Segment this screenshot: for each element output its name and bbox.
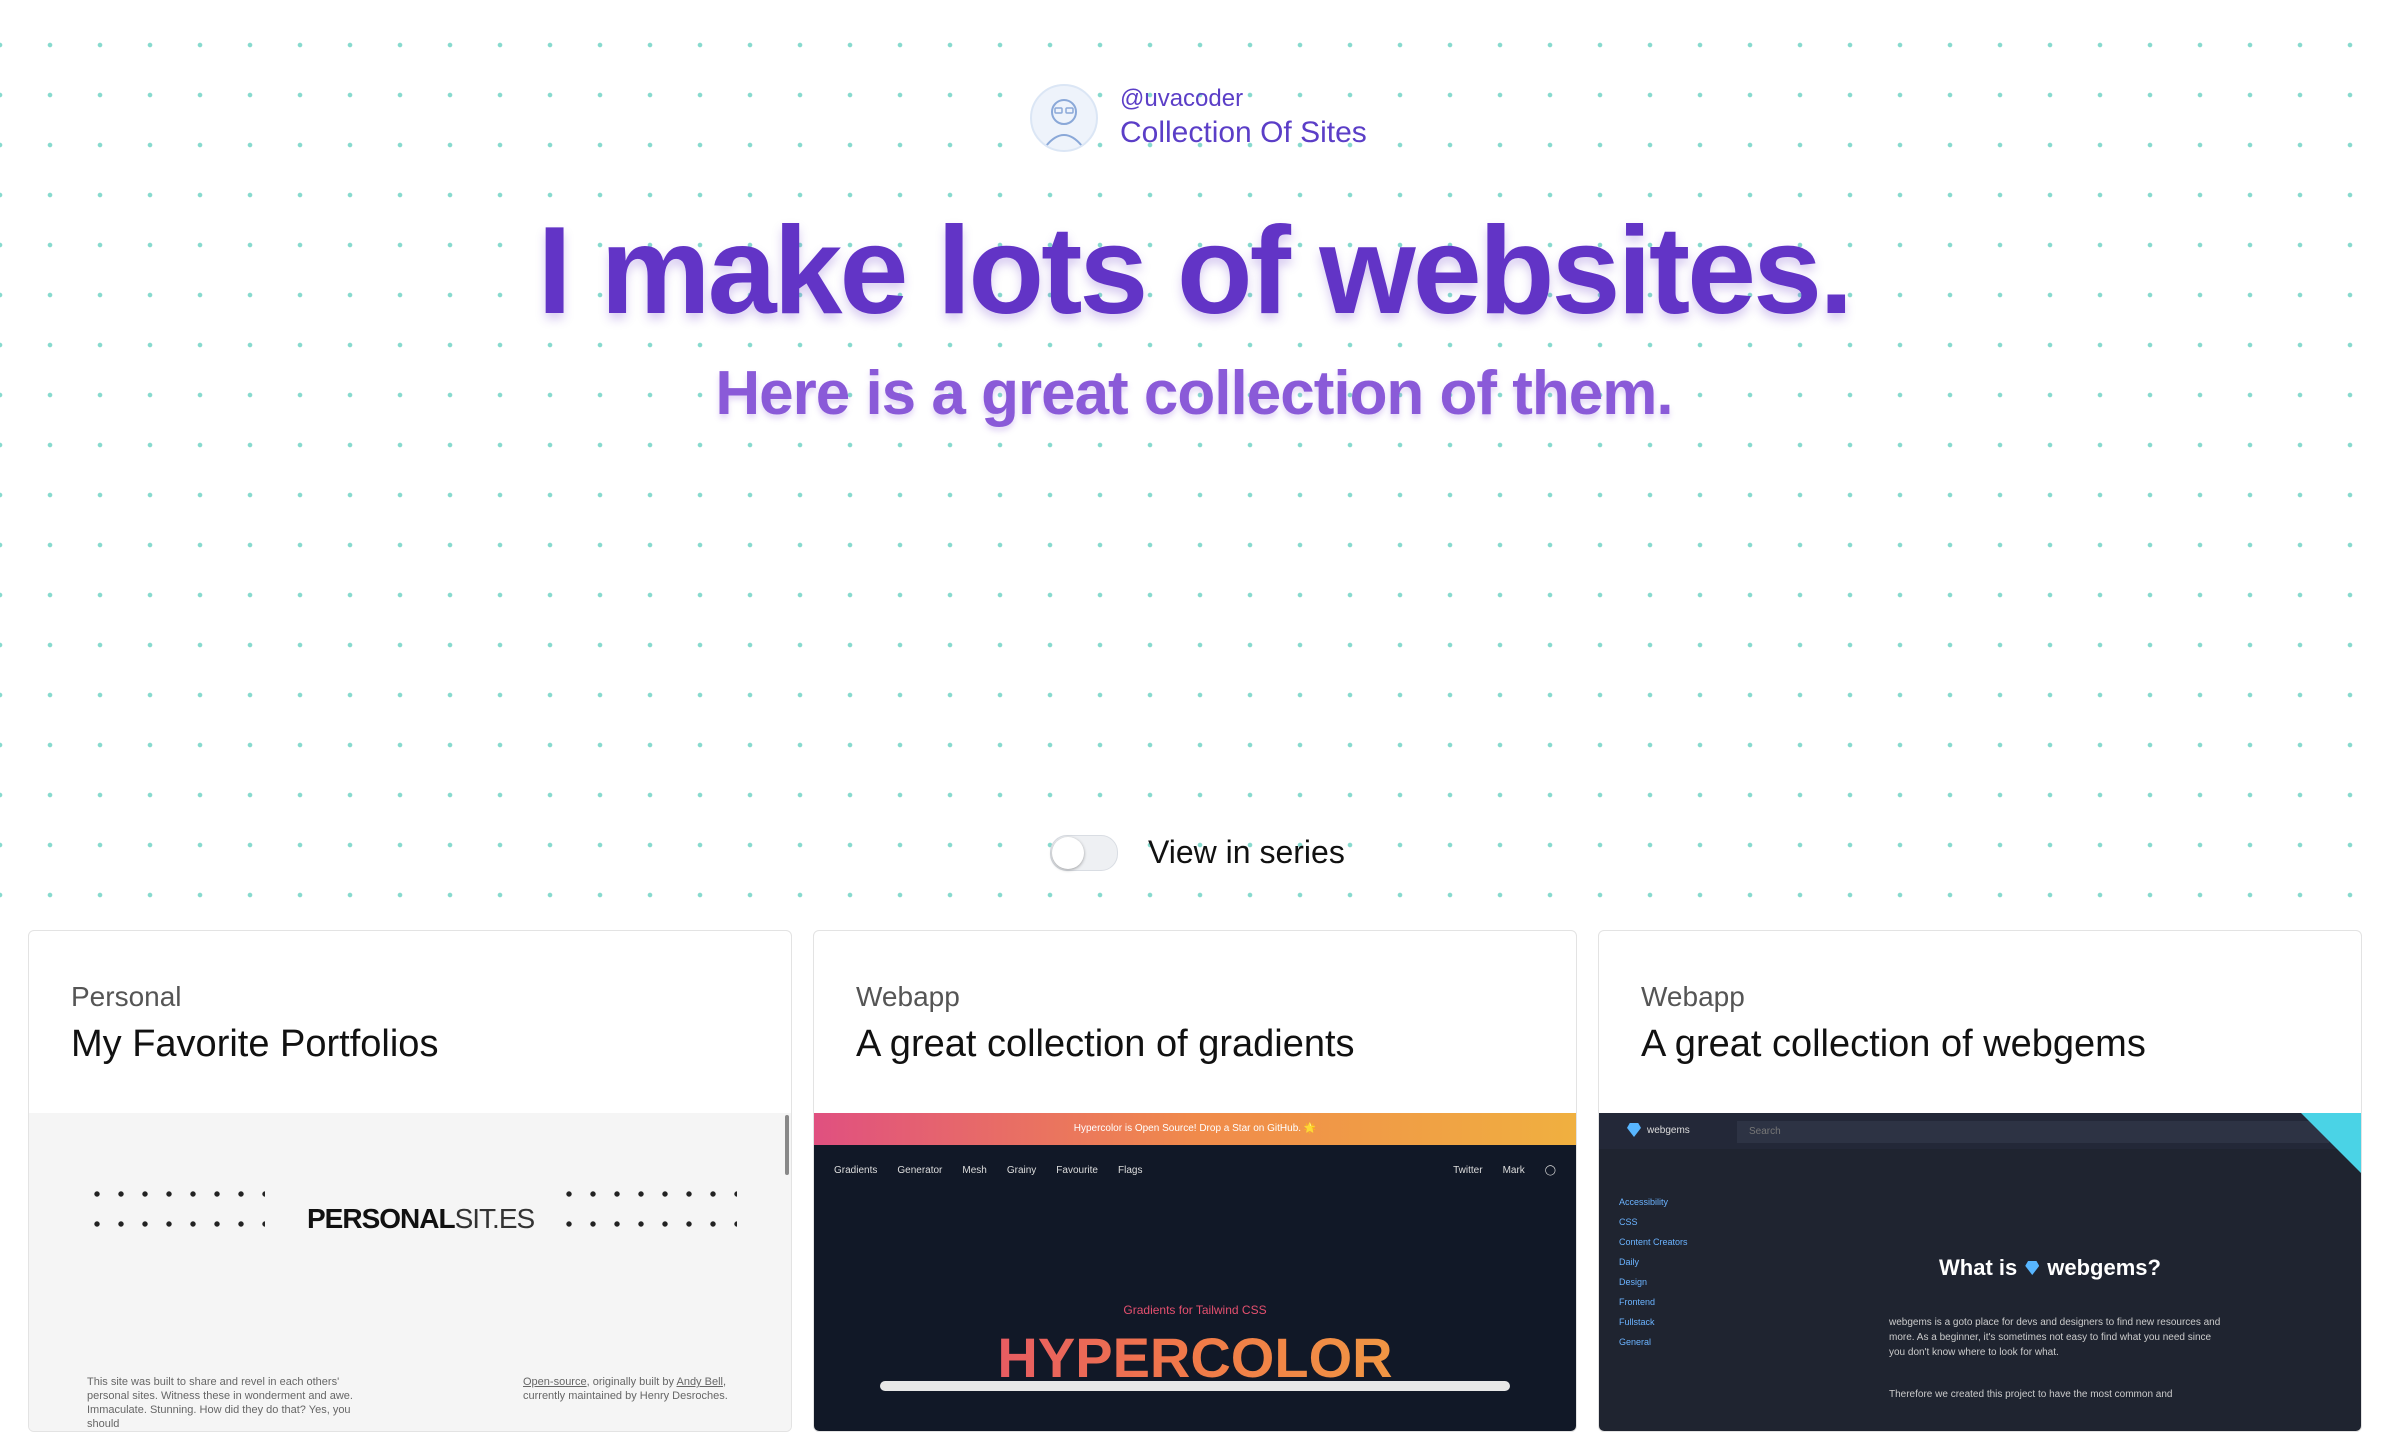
- card-title[interactable]: A great collection of gradients: [856, 1023, 1355, 1066]
- preview-nav-item: Grainy: [1006, 1165, 1037, 1176]
- preview-text-right: Open-source, originally built by Andy Be…: [523, 1376, 728, 1402]
- avatar[interactable]: [1030, 84, 1098, 152]
- card-title[interactable]: A great collection of webgems: [1641, 1023, 2146, 1066]
- preview-side-item: Fullstack: [1619, 1317, 1655, 1327]
- preview-nav-item: Generator: [897, 1165, 943, 1176]
- hero-subhead: Here is a great collection of them.: [715, 359, 1673, 428]
- preview-text-right-tail: currently maintained by Henry Desroches.: [523, 1390, 728, 1402]
- preview-nav-item: Twitter: [1453, 1165, 1483, 1176]
- preview-banner: Hypercolor is Open Source! Drop a Star o…: [814, 1113, 1576, 1145]
- site-name[interactable]: Collection Of Sites: [1120, 114, 1367, 152]
- preview-nav-item: Gradients: [834, 1165, 878, 1176]
- preview-side-item: General: [1619, 1337, 1652, 1347]
- preview-text-right-mid: , originally built by: [586, 1376, 675, 1388]
- preview-side-item: CSS: [1619, 1217, 1638, 1227]
- preview-tagline: Gradients for Tailwind CSS: [1123, 1303, 1267, 1317]
- view-in-series-control[interactable]: View in series: [1050, 834, 1345, 871]
- github-icon: ◯: [1544, 1165, 1556, 1176]
- site-card-gradients[interactable]: Webapp A great collection of gradients H…: [813, 930, 1577, 1432]
- card-category: Webapp: [1641, 981, 1745, 1012]
- preview-description-2: Therefore we created this project to hav…: [1889, 1389, 2173, 1400]
- preview-side-item: Content Creators: [1619, 1237, 1688, 1247]
- preview-nav-item: Favourite: [1056, 1165, 1098, 1176]
- preview-description: webgems is a goto place for devs and des…: [1889, 1317, 2221, 1358]
- decorative-dot-grid: [85, 1179, 265, 1245]
- preview-heading-pre: What is: [1939, 1255, 2018, 1280]
- gem-icon: [2025, 1261, 2040, 1275]
- github-corner-icon: [2301, 1113, 2361, 1173]
- preview-search: Search: [1737, 1121, 2329, 1143]
- preview-nav-item: Mark: [1502, 1165, 1525, 1176]
- preview-side-item: Design: [1619, 1277, 1648, 1287]
- preview-nav: Gradients Generator Mesh Grainy Favourit…: [834, 1165, 1142, 1176]
- toggle-knob: [1052, 836, 1084, 869]
- site-card-portfolios[interactable]: Personal My Favorite Portfolios PERSONAL…: [28, 930, 792, 1432]
- view-in-series-label[interactable]: View in series: [1148, 834, 1345, 871]
- preview-nav-item: Flags: [1117, 1165, 1143, 1176]
- preview-logo: webgems: [1627, 1123, 1690, 1137]
- card-category: Personal: [71, 981, 182, 1012]
- preview-nav-item: Mesh: [962, 1165, 987, 1176]
- preview-text-left: This site was built to share and revel i…: [87, 1376, 353, 1430]
- preview-brand-bold: PERSONAL: [307, 1203, 456, 1234]
- preview-heading: What is webgems?: [1939, 1255, 2161, 1281]
- preview-logo-text: webgems: [1647, 1124, 1690, 1136]
- card-preview-image[interactable]: webgems Search Accessibility CSS Content…: [1599, 1113, 2361, 1431]
- view-in-series-toggle[interactable]: [1050, 834, 1118, 871]
- preview-sidebar: Accessibility CSS Content Creators Daily…: [1619, 1197, 1688, 1347]
- decorative-dot-grid: [557, 1179, 737, 1245]
- preview-author-link: Andy Bell: [676, 1376, 723, 1388]
- preview-open-source-link: Open-source: [523, 1376, 587, 1388]
- preview-brand: PERSONALSIT.ES: [307, 1203, 536, 1235]
- preview-horizontal-scrollbar: [880, 1381, 1510, 1391]
- card-category: Webapp: [856, 981, 960, 1012]
- preview-side-item: Accessibility: [1619, 1197, 1669, 1207]
- profile-handle[interactable]: @uvacoder: [1120, 84, 1367, 114]
- preview-heading-post: webgems?: [2047, 1255, 2161, 1280]
- hero-headline: I make lots of websites.: [537, 202, 1853, 340]
- profile-header[interactable]: @uvacoder Collection Of Sites: [1030, 84, 1367, 152]
- gem-icon: [1627, 1123, 1641, 1137]
- preview-nav-right: Twitter Mark ◯: [1453, 1165, 1556, 1176]
- card-preview-image[interactable]: Hypercolor is Open Source! Drop a Star o…: [814, 1113, 1576, 1431]
- preview-side-item: Daily: [1619, 1257, 1640, 1267]
- preview-brand-light: SIT.ES: [454, 1203, 536, 1234]
- site-card-webgems[interactable]: Webapp A great collection of webgems web…: [1598, 930, 2362, 1432]
- card-title[interactable]: My Favorite Portfolios: [71, 1023, 438, 1066]
- preview-side-item: Frontend: [1619, 1297, 1656, 1307]
- card-preview-image[interactable]: PERSONALSIT.ES This site was built to sh…: [29, 1113, 791, 1431]
- preview-scrollbar: [785, 1115, 789, 1175]
